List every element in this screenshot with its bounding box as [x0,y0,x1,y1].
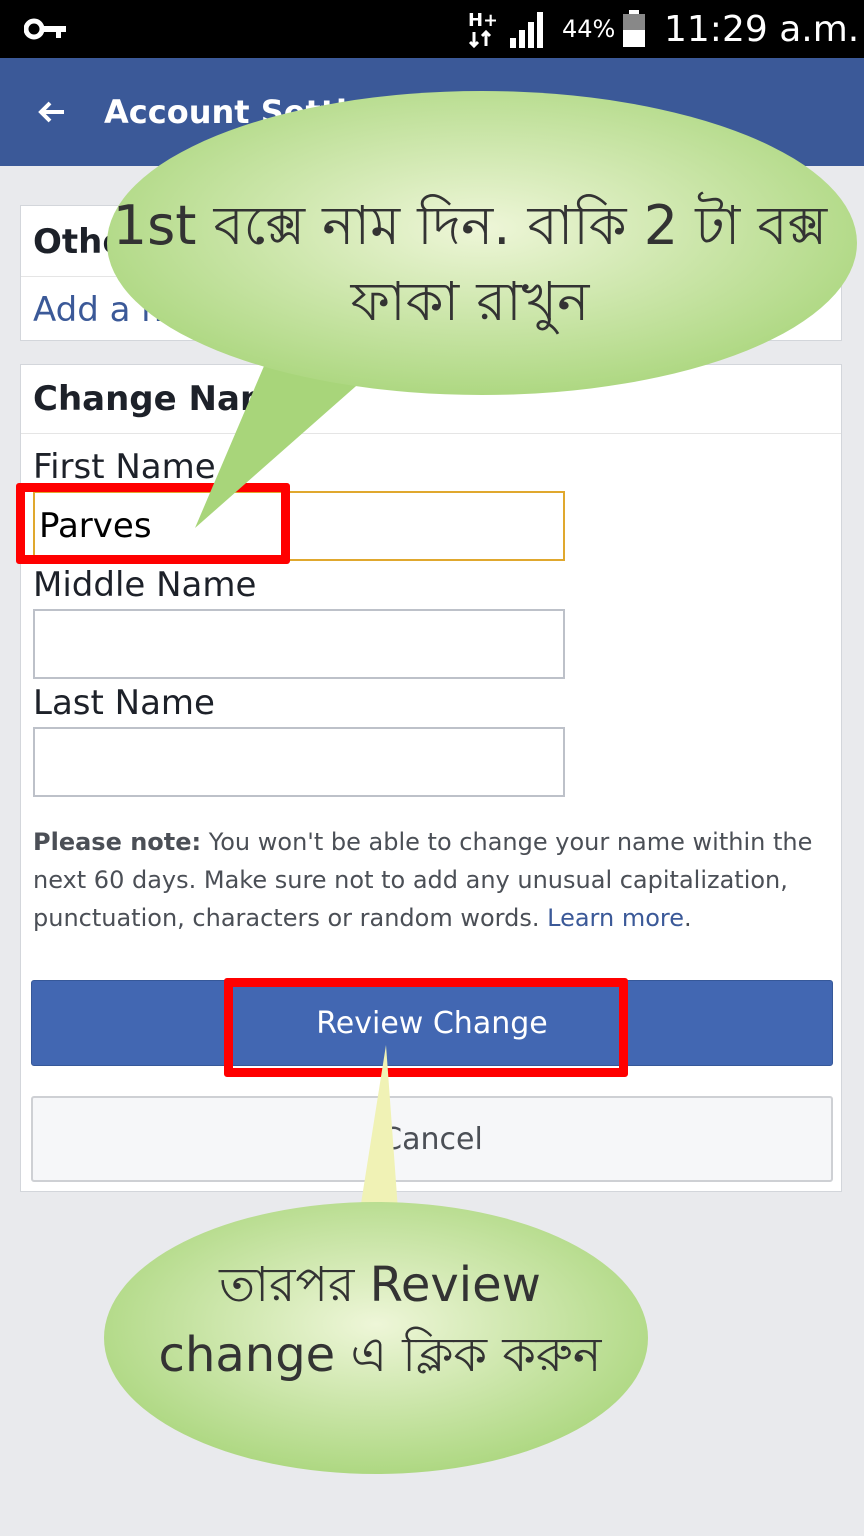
status-bar: H+ 44% 11:29 a.m. [0,0,864,58]
callout-bottom-bubble [104,1202,648,1474]
back-arrow-icon[interactable] [38,98,66,126]
last-name-label: Last Name [33,683,215,723]
middle-name-field[interactable] [33,609,565,679]
battery-percent: 44% [562,15,616,43]
note-bold: Please note: [33,828,202,856]
last-name-field[interactable] [33,727,565,797]
page-title: Account Settings [104,93,412,131]
signal-icon [510,12,543,48]
clock: 11:29 a.m. [664,9,860,50]
app-header: Account Settings [0,58,864,166]
callout-bottom-text: তারপর Review change এ ক্লিক করুন [158,1257,602,1383]
middle-name-label: Middle Name [33,565,257,605]
name-change-note: Please note: You won't be able to change… [33,823,833,937]
change-name-title: Change Name [33,379,299,419]
network-type-icon: H+ [468,10,496,49]
battery-icon [623,10,645,47]
divider [21,433,841,434]
svg-text:H+: H+ [468,10,496,31]
learn-more-link[interactable]: Learn more [547,904,684,932]
cancel-button[interactable]: Cancel [31,1096,833,1182]
divider [21,276,841,277]
other-names-card: Other Names Add a nickname, a birth name… [20,205,842,341]
add-other-name-link[interactable]: Add a nickname, a birth name... [33,288,580,332]
note-end: . [684,904,692,932]
key-icon [24,18,66,40]
highlight-review-button [224,978,628,1077]
highlight-first-name [16,483,290,564]
other-names-title: Other Names [33,222,285,262]
